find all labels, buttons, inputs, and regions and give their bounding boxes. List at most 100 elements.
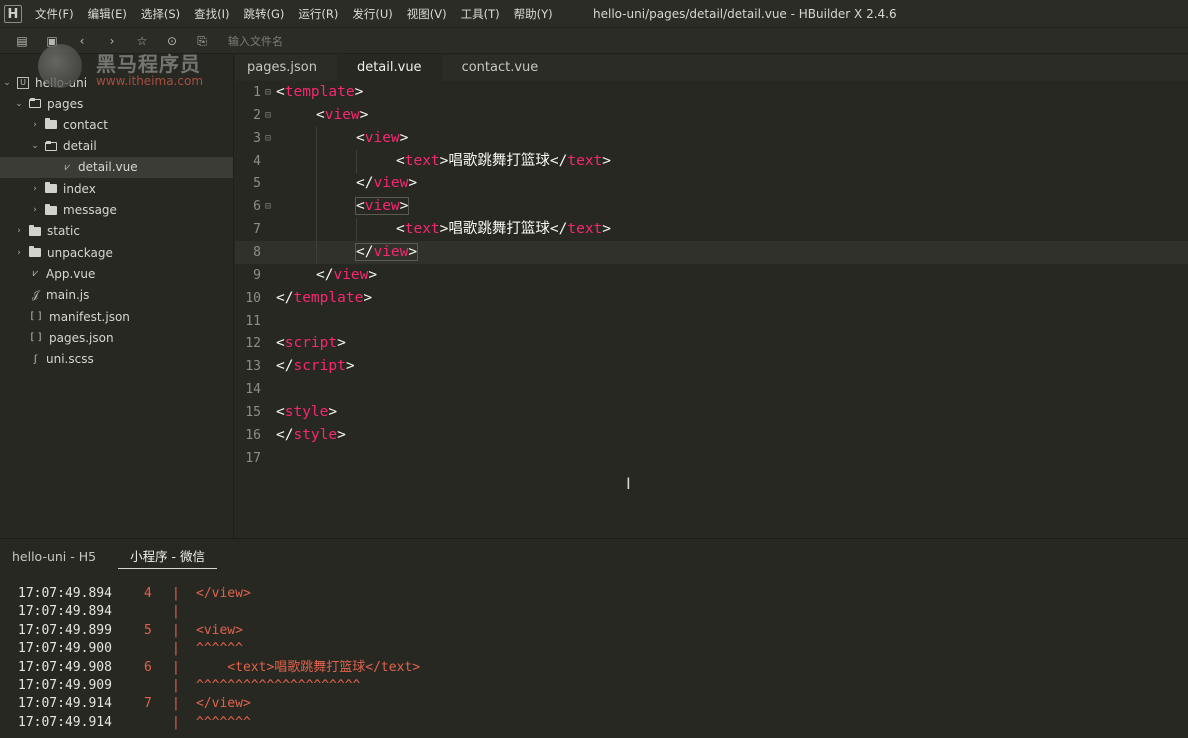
- tree-item-index[interactable]: › index: [0, 178, 233, 199]
- punctuation: <: [276, 84, 285, 100]
- log-timestamp: 17:07:49.914: [18, 696, 112, 712]
- tree-item-main-js[interactable]: 𝒥main.js: [0, 285, 233, 306]
- menu-bar: H 文件(F) 编辑(E) 选择(S) 查找(I) 跳转(G) 运行(R) 发行(U) 视图(…: [0, 0, 1188, 28]
- log-separator: |: [172, 622, 180, 638]
- tree-item-message[interactable]: › message: [0, 200, 233, 221]
- menu-item[interactable]: 帮助(Y): [507, 0, 560, 28]
- folder-icon: [45, 182, 57, 194]
- menu-item[interactable]: 工具(T): [454, 0, 507, 28]
- code-text: </template>: [276, 287, 372, 310]
- tag-name: text: [567, 152, 603, 169]
- menu-item[interactable]: 发行(U): [345, 0, 399, 28]
- save-all-icon[interactable]: ▤: [14, 33, 30, 49]
- tree-item-label: uni.scss: [46, 352, 94, 367]
- preview-icon[interactable]: ⎘: [194, 33, 210, 49]
- code-line: 3 ⊟ <view>: [235, 126, 1188, 150]
- tree-item-label: detail: [63, 139, 97, 154]
- menu-item[interactable]: 跳转(G): [237, 0, 292, 28]
- folder-open-icon: [45, 140, 57, 151]
- scss-file-icon: ʃ: [33, 353, 38, 365]
- back-icon[interactable]: ‹: [74, 33, 90, 49]
- code-line: 7 <text>唱歌跳舞打篮球</text>: [235, 218, 1188, 242]
- chevron-right-icon: ›: [33, 119, 37, 130]
- fold-toggle-icon[interactable]: ⊟: [265, 127, 271, 150]
- fold-toggle-icon[interactable]: ⊟: [265, 104, 271, 127]
- log-separator: |: [172, 641, 180, 657]
- console-panel: hello-uni - H5 小程序 - 微信 17:07:49.894 4 | </v…: [0, 538, 1188, 738]
- menu-item[interactable]: 视图(V): [400, 0, 454, 28]
- log-row: 17:07:49.894 |: [0, 603, 1188, 621]
- menu-item[interactable]: 编辑(E): [81, 0, 134, 28]
- fold-toggle-icon[interactable]: ⊟: [265, 81, 271, 104]
- code-line: 5 </view>: [235, 172, 1188, 196]
- log-separator: |: [172, 659, 180, 675]
- menu-item[interactable]: 选择(S): [134, 0, 187, 28]
- punctuation: </: [276, 358, 294, 375]
- menu-item[interactable]: 运行(R): [291, 0, 345, 28]
- punctuation: <: [356, 198, 365, 215]
- tree-item-detail[interactable]: ⌄ detail: [0, 136, 233, 157]
- tree-item-uni-scss[interactable]: ʃ uni.scss: [0, 349, 233, 370]
- tree-item-pages-json[interactable]: [ ] pages.json: [0, 327, 233, 348]
- text-content: 唱歌跳舞打篮球: [448, 152, 550, 169]
- console-tab[interactable]: hello-uni - H5: [0, 539, 108, 575]
- chevron-down-icon: ⌄: [31, 141, 39, 152]
- project-root[interactable]: ⌄ U hello-uni: [0, 72, 233, 93]
- tree-item-unpackage[interactable]: › unpackage: [0, 242, 233, 263]
- code-line: 4 <text>唱歌跳舞打篮球</text>: [235, 149, 1188, 173]
- punctuation: <: [276, 403, 285, 420]
- menu-item[interactable]: 文件(F): [28, 0, 81, 28]
- tag-name: view: [364, 129, 400, 146]
- forward-icon[interactable]: ›: [104, 33, 120, 49]
- tab-contact-vue[interactable]: contact.vue: [450, 55, 551, 81]
- tree-item-App-vue[interactable]: ⩗ App.vue: [0, 263, 233, 284]
- tag-name: view: [364, 198, 400, 215]
- chevron-right-icon: ›: [33, 205, 37, 215]
- line-number: 9: [253, 267, 261, 283]
- punctuation: >: [368, 266, 378, 283]
- tab-detail-vue[interactable]: detail.vue: [336, 55, 442, 81]
- code-text: <text>唱歌跳舞打篮球</text>: [396, 218, 611, 241]
- tag-name: template: [293, 289, 364, 306]
- console-tab[interactable]: 小程序 - 微信: [118, 546, 218, 569]
- log-timestamp: 17:07:49.894: [18, 604, 112, 620]
- save-icon[interactable]: ▣: [44, 33, 60, 49]
- tree-item-detail-vue[interactable]: ⩗ detail.vue: [0, 156, 233, 178]
- tree-item-manifest-json[interactable]: [ ] manifest.json: [0, 306, 233, 327]
- file-search-input[interactable]: 输入文件名: [228, 33, 283, 49]
- indent-guide: [316, 218, 317, 242]
- log-separator: |: [172, 586, 180, 601]
- line-number: 14: [245, 382, 261, 398]
- tag-name: style: [293, 426, 338, 443]
- toolbar: ▤ ▣ ‹ › ☆ ⊙ ⎘ 输入文件名: [0, 28, 1188, 54]
- tag-name: view: [324, 106, 360, 123]
- menu-item[interactable]: 查找(I): [187, 0, 236, 28]
- console-tabs: hello-uni - H5 小程序 - 微信: [0, 539, 1188, 575]
- tree-item-contact[interactable]: › contact: [0, 114, 233, 135]
- tag-name: view: [373, 175, 409, 192]
- window-title: hello-uni/pages/detail/detail.vue - HBui…: [593, 7, 897, 21]
- tag-name: script: [293, 358, 346, 375]
- star-icon[interactable]: ☆: [134, 33, 150, 49]
- folder-icon: [45, 118, 57, 130]
- code-text: </script>: [276, 355, 355, 378]
- log-timestamp: 17:07:49.909: [18, 677, 112, 693]
- fold-toggle-icon[interactable]: ⊟: [265, 195, 271, 218]
- tag-name: view: [373, 243, 409, 260]
- code-editor[interactable]: I 1 ⊟ <template> 2 ⊟ <view> 3 ⊟ <view> 4 <text>唱歌跳…: [235, 81, 1188, 538]
- chevron-down-icon: ⌄: [3, 77, 11, 88]
- indent-guide: [316, 126, 317, 150]
- tree-item-static[interactable]: › static: [0, 221, 233, 242]
- log-row: 17:07:49.914 | ^^^^^^^: [0, 714, 1188, 732]
- tab-pages-json[interactable]: pages.json: [235, 55, 329, 81]
- editor-tabs: pages.json detail.vue contact.vue: [235, 55, 1188, 81]
- line-number: 12: [245, 336, 261, 352]
- run-icon[interactable]: ⊙: [164, 33, 180, 49]
- line-number: 3: [253, 130, 261, 146]
- log-line-number: 7: [144, 696, 152, 712]
- indent-guide: [356, 149, 357, 173]
- code-text: </view>: [316, 264, 377, 287]
- code-line: 14: [235, 378, 1188, 401]
- tree-item-pages[interactable]: ⌄ pages: [0, 93, 233, 114]
- project-icon: U: [17, 76, 29, 89]
